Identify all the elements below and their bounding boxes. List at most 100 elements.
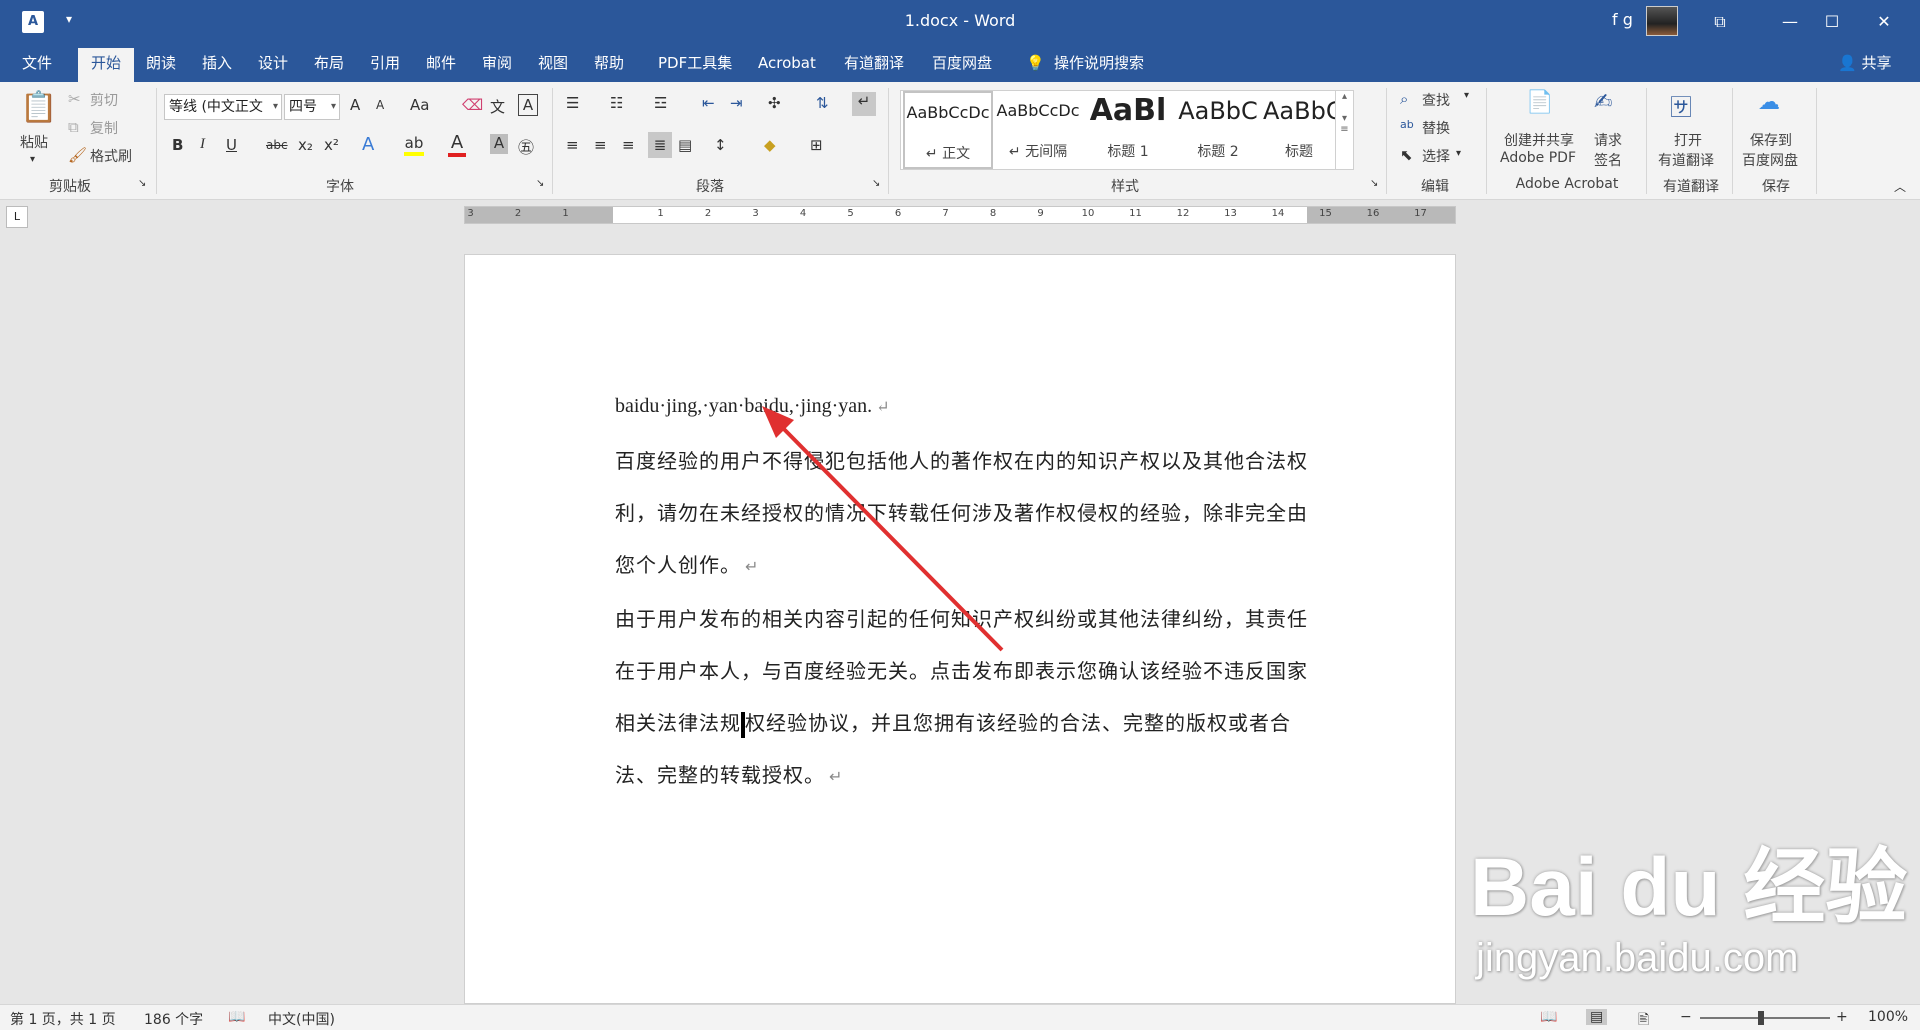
align-right-icon[interactable]: ≡ [622,136,635,154]
show-marks-icon[interactable]: ↵ [852,92,876,116]
character-border-button[interactable]: A [518,94,538,116]
tab-acrobat[interactable]: Acrobat [750,44,824,82]
tab-layout[interactable]: 布局 [306,44,352,82]
zoom-level[interactable]: 100% [1868,1009,1908,1025]
font-size-select[interactable]: 四号 ▾ [284,94,340,120]
share-button[interactable]: 👤 共享 [1830,44,1899,82]
paste-icon[interactable]: 📋 [20,90,57,130]
print-layout-icon[interactable]: ▤ [1586,1009,1608,1025]
phonetic-guide-button[interactable]: 文 [490,96,505,117]
increase-indent-icon[interactable]: ⇥ [730,94,743,112]
clear-formatting-icon[interactable]: ⌫ [462,96,483,114]
user-name[interactable]: f g [1612,10,1633,29]
tab-help[interactable]: 帮助 [586,44,632,82]
multilevel-list-icon[interactable]: ☲ [654,94,667,112]
select-button[interactable]: 选择 [1422,146,1450,166]
numbering-icon[interactable]: ☷ [610,94,623,112]
clipboard-launcher-icon[interactable]: ↘ [138,178,146,189]
tab-view[interactable]: 视图 [530,44,576,82]
web-layout-icon[interactable]: 🖹 [1638,1009,1649,1030]
superscript-button[interactable]: x² [324,136,339,154]
decrease-indent-icon[interactable]: ⇤ [702,94,715,112]
maximize-button[interactable]: ☐ [1812,8,1852,36]
subscript-button[interactable]: x₂ [298,136,313,154]
tab-selector[interactable]: L [6,206,28,228]
tab-references[interactable]: 引用 [362,44,408,82]
style-normal[interactable]: AaBbCcDc ↵ 正文 [903,91,993,169]
highlight-color-button[interactable]: ab [404,134,424,156]
tab-design[interactable]: 设计 [250,44,296,82]
avatar[interactable] [1646,6,1678,36]
tab-file[interactable]: 文件 [14,44,60,82]
page-count[interactable]: 第 1 页，共 1 页 [10,1009,116,1029]
styles-launcher-icon[interactable]: ↘ [1370,178,1378,189]
paragraph-1[interactable]: baidu·jing,·yan·baidu,·jing·yan. ↵ [615,385,1315,435]
zoom-in-button[interactable]: + [1836,1009,1848,1025]
zoom-slider[interactable] [1700,1017,1830,1019]
zoom-out-button[interactable]: − [1680,1009,1692,1025]
paragraph-2[interactable]: 百度经验的用户不得侵犯包括他人的著作权在内的知识产权以及其他合法权利，请勿在未经… [615,435,1315,593]
ribbon-display-options-icon[interactable]: ⧉ [1700,8,1740,36]
shading-icon[interactable]: ◆ [764,136,776,154]
align-center-icon[interactable]: ≡ [594,136,607,154]
tab-review[interactable]: 审阅 [474,44,520,82]
font-color-button[interactable]: A [448,132,466,157]
document-page[interactable]: baidu·jing,·yan·baidu,·jing·yan. ↵ 百度经验的用… [464,254,1456,1004]
underline-button[interactable]: U [226,136,237,154]
style-title[interactable]: AaBbC 标题 [1263,91,1335,169]
chevron-down-icon[interactable]: ▾ [1456,148,1461,159]
save-baidu-label-2[interactable]: 百度网盘 [1742,150,1798,170]
tab-insert[interactable]: 插入 [194,44,240,82]
tab-home[interactable]: 开始 [78,48,134,82]
shrink-font-button[interactable]: A [376,98,384,112]
style-heading-2[interactable]: AaBbC 标题 2 [1173,91,1263,169]
paste-dropdown-icon[interactable]: ▾ [30,154,35,165]
sort-icon[interactable]: ⇅ [816,94,829,112]
word-count[interactable]: 186 个字 [144,1009,203,1029]
italic-button[interactable]: I [200,136,205,153]
tab-baidu-netdisk[interactable]: 百度网盘 [924,44,1000,82]
paragraph-launcher-icon[interactable]: ↘ [872,178,880,189]
tab-read-aloud[interactable]: 朗读 [138,44,184,82]
request-signature-label-2[interactable]: 签名 [1594,150,1622,170]
enclose-characters-button[interactable]: ㊄ [518,134,534,158]
replace-button[interactable]: 替换 [1422,118,1450,138]
paragraph-3[interactable]: 由于用户发布的相关内容引起的任何知识产权纠纷或其他法律纠纷，其责任在于用户本人，… [615,593,1315,803]
tab-youdao[interactable]: 有道翻译 [836,44,912,82]
bullets-icon[interactable]: ☰ [566,94,579,112]
document-body[interactable]: baidu·jing,·yan·baidu,·jing·yan. ↵ 百度经验的用… [615,385,1315,803]
style-heading-1[interactable]: AaBl 标题 1 [1083,91,1173,169]
cut-button[interactable]: 剪切 [90,90,118,110]
strikethrough-button[interactable]: abc [266,138,288,152]
tab-pdf-tools[interactable]: PDF工具集 [650,44,740,82]
collapse-ribbon-icon[interactable]: ︿ [1894,178,1906,195]
styles-scrollbar[interactable]: ▴ ▾ ≡ [1335,91,1353,169]
character-shading-button[interactable]: A [490,134,508,154]
chevron-down-icon[interactable]: ▾ [1464,90,1469,101]
distributed-icon[interactable]: ▤ [678,136,692,154]
proofing-icon[interactable]: 📖 [228,1009,245,1025]
borders-icon[interactable]: ⊞ [810,136,823,154]
minimize-button[interactable]: — [1770,8,1810,36]
align-left-icon[interactable]: ≡ [566,136,579,154]
bold-button[interactable]: B [172,136,183,154]
tell-me-search[interactable]: 操作说明搜索 [1046,44,1152,82]
font-family-select[interactable]: 等线 (中文正文 ▾ [164,94,282,120]
create-share-label-2[interactable]: Adobe PDF [1500,150,1576,166]
find-button[interactable]: 查找 [1422,90,1450,110]
language-status[interactable]: 中文(中国) [268,1009,335,1029]
text-effects-button[interactable]: A [362,134,374,155]
format-painter-button[interactable]: 格式刷 [90,146,132,166]
save-baidu-label-1[interactable]: 保存到 [1750,130,1792,150]
read-mode-icon[interactable]: 📖 [1540,1009,1557,1025]
open-youdao-label-2[interactable]: 有道翻译 [1658,150,1714,170]
close-button[interactable]: ✕ [1864,8,1904,36]
open-youdao-label-1[interactable]: 打开 [1674,130,1702,150]
zoom-slider-thumb[interactable] [1758,1011,1764,1025]
change-case-button[interactable]: Aa [410,96,429,114]
grow-font-button[interactable]: A [350,96,360,114]
tab-mailings[interactable]: 邮件 [418,44,464,82]
font-launcher-icon[interactable]: ↘ [536,178,544,189]
line-spacing-icon[interactable]: ↕ [714,136,727,154]
horizontal-ruler[interactable]: 3 2 1 1 2 3 4 5 6 7 8 9 10 11 12 13 14 15 16 17 [464,206,1456,224]
